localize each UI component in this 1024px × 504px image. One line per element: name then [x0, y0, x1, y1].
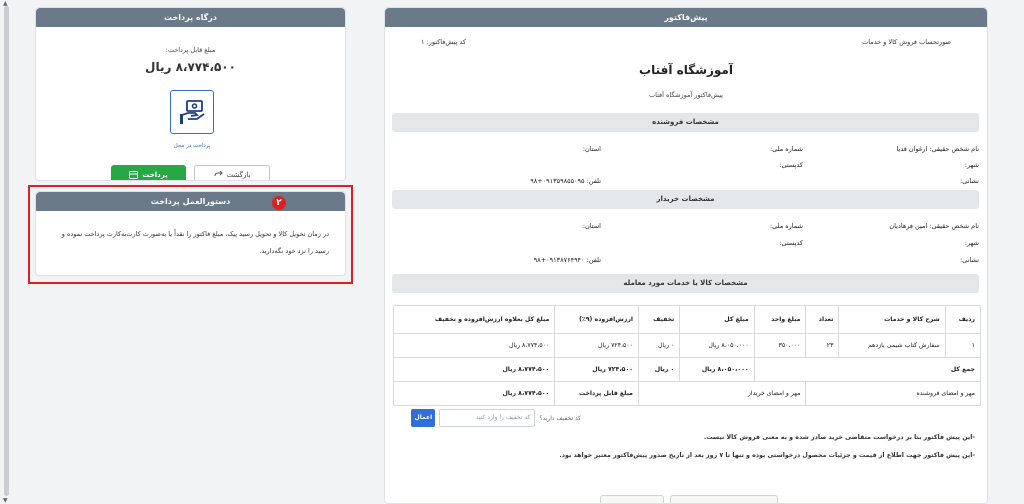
- buyer-address: نشانی:: [959, 256, 979, 264]
- col-header-discount: تخفیف: [638, 305, 681, 334]
- seller-national-id: شماره ملی:: [769, 145, 803, 153]
- discount-row: کد تخفیف دارید؟ کد تخفیف را وارد کنید اع…: [393, 409, 987, 427]
- cell-discount: ۰ ریال: [638, 333, 681, 358]
- total-vat: ۷۲۴،۵۰۰ ریال: [554, 357, 640, 382]
- instructions-text: در زمان تحویل کالا و تحویل رسید پیک، مبل…: [61, 230, 329, 255]
- buyer-city: شهر:: [964, 239, 979, 247]
- scroll-down-arrow-icon[interactable]: ▼: [3, 497, 8, 504]
- bottom-action-button[interactable]: [670, 495, 778, 503]
- seller-province: استان:: [582, 145, 601, 153]
- pay-button[interactable]: پرداخت: [111, 165, 186, 180]
- invoice-subtitle: پیش‌فاکتور آموزشگاه آفتاب: [648, 91, 723, 99]
- cell-unit-price: ۳۵۰،۰۰۰: [753, 333, 807, 358]
- apply-discount-button[interactable]: اعمال: [411, 409, 436, 427]
- payable-label: مبلغ قابل پرداخت: [554, 381, 640, 406]
- total-amount: ۸،۰۵۰،۰۰۰ ریال: [679, 357, 755, 382]
- items-table: ردیف شرح کالا و خدمات تعداد مبلغ واحد مب…: [392, 305, 982, 406]
- invoice-code: کد پیش‌فاکتور: ۱: [421, 38, 467, 46]
- cell-description: سفارش کتاب شیمی یازدهم: [838, 333, 946, 358]
- page-scrollbar[interactable]: [4, 6, 9, 496]
- payment-gateway-panel: درگاه پرداخت مبلغ قابل پرداخت: ۸،۷۷۴،۵۰۰…: [35, 7, 346, 181]
- table-total-row: جمع کل ۸،۰۵۰،۰۰۰ ریال ۰ ریال ۷۲۴،۵۰۰ ریا…: [392, 357, 982, 382]
- cell-vat: ۷۲۴،۵۰۰ ریال: [554, 333, 640, 358]
- total-final: ۸،۷۷۴،۵۰۰ ریال: [392, 357, 556, 382]
- back-label: بازگشت: [226, 171, 251, 179]
- invoice-panel: پیش‌فاکتور صورتحساب فروش کالا و خدمات کد…: [384, 7, 988, 504]
- seller-phone: تلفن: ۰۹۱۳۵۹۸۵۵۰۹۵+۹۸: [530, 177, 601, 185]
- step-badge: ۲: [272, 196, 286, 210]
- pay-on-delivery-label: پرداخت در محل: [173, 143, 211, 149]
- invoice-header: پیش‌فاکتور: [385, 8, 987, 27]
- seller-section-title: مشخصات فروشنده: [392, 113, 979, 132]
- payment-instructions-panel: دستورالعمل پرداخت در زمان تحویل کالا و ت…: [35, 191, 346, 276]
- total-discount: ۰ ریال: [638, 357, 681, 382]
- buyer-province: استان:: [582, 222, 601, 230]
- pay-on-delivery-option[interactable]: [170, 90, 214, 134]
- col-header-final: مبلغ کل بعلاوه ارزش‌افزوده و تخفیف: [392, 305, 556, 334]
- col-header-total: مبلغ کل: [679, 305, 755, 334]
- card-icon: [129, 171, 139, 179]
- seller-city: شهر:: [964, 161, 979, 169]
- gateway-header: درگاه پرداخت: [36, 8, 345, 27]
- buyer-section-title: مشخصات خریدار: [392, 190, 979, 209]
- seller-postal-code: کدپستی:: [779, 161, 803, 169]
- table-stamp-row: مهر و امضای فروشنده مهر و امضای خریدار م…: [392, 381, 981, 406]
- buyer-name: نام شخص حقیقی: امین فرهادیان: [889, 222, 979, 230]
- items-section-title: مشخصات کالا یا خدمات مورد معامله: [392, 274, 979, 293]
- buyer-stamp: مهر و امضای خریدار: [638, 381, 807, 406]
- scroll-up-arrow-icon[interactable]: ▲: [3, 0, 8, 7]
- instructions-header: دستورالعمل پرداخت: [36, 192, 345, 211]
- pay-label: پرداخت: [142, 171, 168, 179]
- cell-row-number: ۱: [944, 333, 982, 358]
- payable-amount: ۸،۷۷۴،۵۰۰ ریال: [392, 381, 556, 406]
- table-header-row: ردیف شرح کالا و خدمات تعداد مبلغ واحد مب…: [392, 305, 982, 334]
- buyer-postal-code: کدپستی:: [779, 239, 803, 247]
- cell-quantity: ۲۳: [805, 333, 840, 358]
- cell-total: ۸،۰۵۰،۰۰۰ ریال: [679, 333, 755, 358]
- invoice-top-info: صورتحساب فروش کالا و خدمات کد پیش‌فاکتور…: [385, 38, 987, 50]
- back-button[interactable]: بازگشت: [194, 165, 270, 180]
- seller-name: نام شخص حقیقی: ارغوان قدیا: [896, 145, 979, 153]
- table-row: ۱ سفارش کتاب شیمی یازدهم ۲۳ ۳۵۰،۰۰۰ ۸،۰۵…: [392, 333, 982, 358]
- col-header-vat: ارزش‌افزوده (۹٪): [554, 305, 640, 334]
- bottom-actions: [600, 495, 778, 503]
- invoice-note-1: -این پیش فاکتور بنا بر درخواست متقاضی خر…: [703, 434, 975, 441]
- col-header-description: شرح کالا و خدمات: [838, 305, 946, 334]
- col-header-unit-price: مبلغ واحد: [753, 305, 807, 334]
- buyer-phone: تلفن: ۰۹۱۳۸۷۶۴۹۴۰+۹۸: [533, 256, 601, 264]
- gateway-amount-label: مبلغ قابل پرداخت:: [165, 46, 216, 54]
- gateway-amount: ۸،۷۷۴،۵۰۰ ریال: [145, 60, 236, 74]
- total-label: جمع کل: [753, 357, 982, 382]
- bottom-action-button[interactable]: [600, 495, 664, 503]
- invoice-note-2: -این پیش فاکتور جهت اطلاع از قیمت و جزئی…: [559, 452, 975, 459]
- seller-stamp: مهر و امضای فروشنده: [805, 381, 981, 406]
- back-arrow-icon: [214, 171, 223, 177]
- seller-address: نشانی:: [959, 177, 979, 185]
- buyer-national-id: شماره ملی:: [769, 222, 803, 230]
- col-header-quantity: تعداد: [805, 305, 840, 334]
- cash-hand-icon: [180, 100, 205, 124]
- discount-code-input[interactable]: کد تخفیف را وارد کنید: [439, 409, 536, 427]
- discount-label: کد تخفیف دارید؟: [539, 414, 581, 422]
- account-type: صورتحساب فروش کالا و خدمات: [862, 38, 951, 46]
- cell-final: ۸،۷۷۴،۵۰۰ ریال: [392, 333, 556, 358]
- col-header-row-number: ردیف: [944, 305, 982, 334]
- shop-name: آموزشگاه آفتاب: [639, 63, 733, 77]
